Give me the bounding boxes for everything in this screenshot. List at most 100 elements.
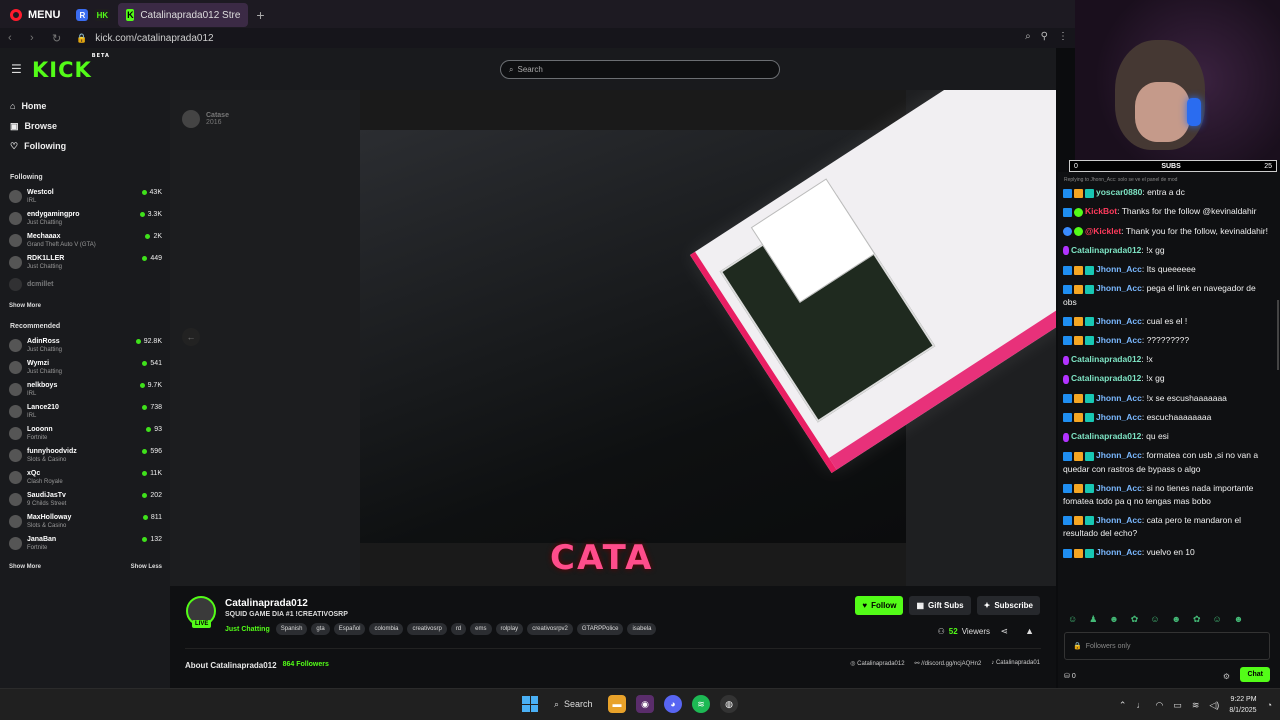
chat-message[interactable]: Jhonn_Acc: cual es el !: [1058, 312, 1280, 331]
emote-icon[interactable]: ☺: [1213, 614, 1222, 625]
chat-message[interactable]: Jhonn_Acc: si no tienes nada importante …: [1058, 479, 1280, 511]
chevron-up-icon[interactable]: ⌃: [1119, 700, 1127, 711]
sidebar-channel[interactable]: xQc Clash Royale 11K: [0, 466, 170, 488]
chat-message[interactable]: Jhonn_Acc: !x se escushaaaaaaa: [1058, 389, 1280, 408]
chat-input[interactable]: 🔒 Followers only: [1064, 632, 1270, 660]
chat-username[interactable]: Jhonn_Acc: [1096, 335, 1142, 345]
chat-username[interactable]: Catalinaprada012: [1071, 373, 1141, 383]
taskbar-search[interactable]: ⌕ Search: [548, 699, 598, 710]
sidebar-item-home[interactable]: ⌂ Home: [0, 96, 170, 116]
opera-gx-icon[interactable]: ◉: [636, 695, 654, 713]
tag-chip[interactable]: rd: [450, 623, 467, 635]
emote-icon[interactable]: ✿: [1193, 614, 1201, 625]
chat-message[interactable]: yoscar0880: entra a dc: [1058, 183, 1280, 202]
sidebar-channel[interactable]: SaudiJasTv 9 Childs Street 202: [0, 488, 170, 510]
emote-icon[interactable]: ☻: [1234, 614, 1243, 625]
chat-message[interactable]: Jhonn_Acc: pega el link en navegador de …: [1058, 279, 1280, 311]
hamburger-icon[interactable]: ☰: [11, 62, 22, 76]
subscribe-button[interactable]: ✦ Subscribe: [976, 596, 1040, 615]
chat-message[interactable]: Catalinaprada012: !x: [1058, 350, 1280, 369]
chat-username[interactable]: yoscar0880: [1096, 187, 1142, 197]
sidebar-channel[interactable]: Looonn Fortnite 93: [0, 422, 170, 444]
tag-chip[interactable]: rolplay: [495, 623, 524, 635]
sidebar-channel[interactable]: AdinRoss Just Chatting 92.8K: [0, 334, 170, 356]
clock[interactable]: 9:22 PM 8/1/2025: [1229, 694, 1256, 716]
instagram-link[interactable]: ◎ Catalinaprada012: [850, 660, 904, 667]
chat-username[interactable]: Jhonn_Acc: [1096, 393, 1142, 403]
chat-message[interactable]: Catalinaprada012: !x gg: [1058, 369, 1280, 388]
chat-message[interactable]: @Kicklet: Thank you for the follow, kevi…: [1058, 222, 1280, 241]
sidebar-channel[interactable]: funnyhoodvidz Slots & Casino 596: [0, 444, 170, 466]
back-icon[interactable]: ‹: [8, 32, 22, 44]
discord-link[interactable]: ⚯ //discord.gg/ncjAQHn2: [915, 660, 982, 667]
emote-icon[interactable]: ☻: [1109, 614, 1118, 625]
chat-username[interactable]: Jhonn_Acc: [1096, 412, 1142, 422]
discord-icon[interactable]: ◕: [664, 695, 682, 713]
file-explorer-icon[interactable]: ▬: [608, 695, 626, 713]
tab-favicon-r[interactable]: R: [76, 9, 89, 21]
chat-message[interactable]: Catalinaprada012: qu esi: [1058, 427, 1280, 446]
tag-chip[interactable]: Español: [333, 623, 366, 635]
zoom-icon[interactable]: ⌕: [1025, 31, 1031, 42]
volume-icon[interactable]: ◁): [1209, 700, 1219, 711]
show-more-recommended-button[interactable]: Show More: [9, 564, 41, 570]
tag-chip[interactable]: ems: [470, 623, 492, 635]
kick-logo[interactable]: KICKBETA: [32, 53, 110, 82]
reload-icon[interactable]: ↻: [52, 32, 66, 45]
microphone-icon[interactable]: ♩: [1136, 700, 1145, 710]
prev-arrow-icon[interactable]: ←: [182, 328, 200, 346]
network-icon[interactable]: ◠: [1155, 700, 1163, 711]
sidebar-channel[interactable]: Westcol IRL 43K: [0, 185, 170, 207]
points-counter[interactable]: ⛁ 0: [1064, 672, 1076, 680]
sidebar-channel[interactable]: JanaBan Fortnite 132: [0, 532, 170, 554]
emote-icon[interactable]: ✿: [1131, 614, 1139, 625]
forward-icon[interactable]: ›: [30, 32, 44, 44]
chat-message[interactable]: Jhonn_Acc: ?????????: [1058, 331, 1280, 350]
report-icon[interactable]: ▲: [1025, 626, 1034, 636]
new-tab-icon[interactable]: +: [256, 7, 264, 23]
tag-chip[interactable]: GTARPPolice: [576, 623, 624, 635]
obs-icon[interactable]: ◍: [720, 695, 738, 713]
chat-message[interactable]: Jhonn_Acc: formatea con usb ,si no van a…: [1058, 446, 1280, 478]
spotify-icon[interactable]: ≋: [692, 695, 710, 713]
chat-username[interactable]: Jhonn_Acc: [1096, 515, 1142, 525]
tiktok-link[interactable]: ♪ Catalinaprada01: [991, 660, 1040, 667]
chat-username[interactable]: KickBot: [1085, 206, 1117, 216]
search-input[interactable]: ⌕ Search: [500, 60, 780, 79]
video-player[interactable]: Catase2016 ⌕↗↓▢⋯ ← CATA: [170, 90, 1056, 586]
sidebar-channel[interactable]: Wymzi Just Chatting 541: [0, 356, 170, 378]
windows-start-icon[interactable]: [522, 696, 538, 712]
sidebar-item-following[interactable]: ♡ Following: [0, 136, 170, 156]
emote-icon[interactable]: ☺: [1150, 614, 1159, 625]
tag-chip[interactable]: creativosrpv2: [527, 623, 573, 635]
sidebar-channel[interactable]: Mechaaax Grand Theft Auto V (GTA) 2K: [0, 229, 170, 251]
chat-username[interactable]: Jhonn_Acc: [1096, 283, 1142, 293]
sidebar-channel[interactable]: RDK1LLER Just Chatting 449: [0, 251, 170, 273]
chat-username[interactable]: @Kicklet: [1085, 226, 1121, 236]
tag-chip[interactable]: creativosrp: [407, 623, 447, 635]
sidebar-channel[interactable]: nelkboys IRL 9.7K: [0, 378, 170, 400]
chat-username[interactable]: Jhonn_Acc: [1096, 450, 1142, 460]
browser-menu-button[interactable]: MENU: [0, 0, 70, 30]
sidebar-channel[interactable]: MaxHolloway Slots & Casino 811: [0, 510, 170, 532]
tag-chip[interactable]: colombia: [369, 623, 404, 635]
stream-category[interactable]: Just Chatting: [225, 626, 270, 633]
sidebar-channel[interactable]: endygamingpro Just Chatting 3.3K: [0, 207, 170, 229]
chat-message[interactable]: Jhonn_Acc: vuelvo en 10: [1058, 543, 1280, 562]
emote-icon[interactable]: ♟: [1089, 614, 1097, 625]
show-less-button[interactable]: Show Less: [131, 564, 162, 570]
streamer-name[interactable]: Catalinaprada012: [225, 598, 308, 609]
pin-icon[interactable]: ⚲: [1041, 31, 1048, 42]
notification-icon[interactable]: ◔: [1267, 700, 1272, 710]
chat-username[interactable]: Jhonn_Acc: [1096, 316, 1142, 326]
chat-scrollbar[interactable]: [1277, 300, 1279, 370]
chat-username[interactable]: Catalinaprada012: [1071, 245, 1141, 255]
chat-username[interactable]: Jhonn_Acc: [1096, 264, 1142, 274]
tag-chip[interactable]: isabela: [627, 623, 657, 635]
chat-username[interactable]: Jhonn_Acc: [1096, 483, 1142, 493]
tab-active[interactable]: K Catalinaprada012 Stre: [118, 3, 249, 27]
sidebar-channel[interactable]: Lance210 IRL 738: [0, 400, 170, 422]
show-more-button[interactable]: Show More: [9, 303, 41, 309]
chat-message[interactable]: Jhonn_Acc: escuchaaaaaaaa: [1058, 408, 1280, 427]
emote-icon[interactable]: ☺: [1068, 614, 1077, 625]
